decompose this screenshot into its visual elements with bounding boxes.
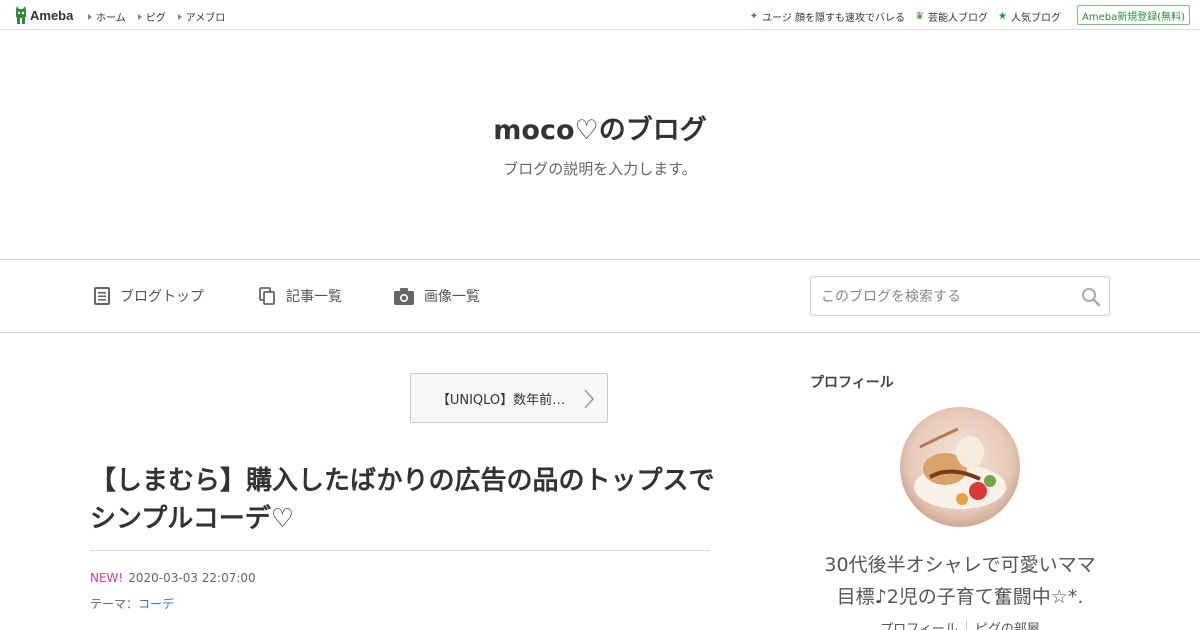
previous-article-label: 【UNIQLO】数年前… [436,392,566,408]
trending-news-link[interactable]: ✦ ユージ 顔を隠すも速攻でバレる [750,9,905,24]
avatar[interactable] [900,407,1020,527]
triangle-right-icon [177,13,182,20]
global-nav-ameblo[interactable]: アメブロ [177,9,226,24]
register-button[interactable]: Ameba新規登録(無料) [1077,5,1190,25]
theme-prefix: テーマ： [90,597,139,611]
article-datetime: 2020-03-03 22:07:00 [128,571,256,585]
profile-heading: プロフィール [810,375,894,391]
article-divider [90,550,710,551]
profile-bio-line-1: 30代後半オシャレで可愛いママ [824,554,1096,576]
blog-description: ブログの説明を入力します。 [503,160,697,178]
new-badge: NEW! [90,571,124,585]
nav-blog-top-label: ブログトップ [120,289,204,305]
nav-article-list[interactable]: 記事一覧 [259,286,342,306]
celebrity-blog-label: 芸能人ブログ [928,13,989,24]
global-nav-pigg-label: ピグ [145,13,166,24]
blog-title[interactable]: moco♡のブログ [0,108,1200,147]
sparkle-icon: ✦ [749,11,759,22]
global-nav-ameblo-label: アメブロ [185,13,226,24]
global-header: Ameba ホーム ピグ アメブロ ✦ ユージ 顔を隠すも速攻でバレる ♛ 芸能人ブ… [0,0,1200,30]
nav-blog-top[interactable]: ブログトップ [94,286,204,306]
ameba-mascot-icon [16,6,26,24]
global-nav-pigg[interactable]: ピグ [137,9,166,24]
chevron-right-icon [584,389,595,409]
profile-bio: 30代後半オシャレで可愛いママ 目標♪2児の子育て奮闘中☆*. [810,549,1110,613]
global-nav-right: ✦ ユージ 顔を隠すも速攻でバレる ♛ 芸能人ブログ ★ 人気ブログ [750,9,1061,24]
star-icon: ★ [998,11,1007,22]
global-nav-home-label: ホーム [96,13,126,24]
previous-article-button[interactable]: 【UNIQLO】数年前… [410,373,608,423]
search-icon[interactable] [1081,287,1101,307]
copy-icon [259,287,275,305]
divider [965,620,967,630]
nav-article-list-label: 記事一覧 [286,289,342,305]
article-theme: テーマ：コーデ [90,595,174,612]
celebrity-blog-link[interactable]: ♛ 芸能人ブログ [915,9,988,24]
pigg-room-link[interactable]: ピグの部屋 [975,618,1040,630]
article-title[interactable]: 【しまむら】購入したばかりの広告の品のトップスでシンプルコーデ♡ [90,462,720,538]
triangle-right-icon [137,13,142,20]
theme-link[interactable]: コーデ [138,597,174,611]
ameba-logo-text: Ameba [30,7,74,23]
popular-blog-label: 人気ブログ [1011,13,1061,24]
profile-bio-line-2: 目標♪2児の子育て奮闘中☆*. [836,586,1084,608]
ameba-logo[interactable]: Ameba [14,6,73,24]
crown-icon: ♛ [915,11,925,22]
popular-blog-link[interactable]: ★ 人気ブログ [998,9,1061,24]
nav-image-list-label: 画像一覧 [424,289,480,305]
document-icon [94,287,110,305]
blog-nav: ブログトップ 記事一覧 画像一覧 [0,259,1200,333]
blog-search [810,276,1110,316]
trending-news-label: ユージ 顔を隠すも速攻でバレる [762,13,906,24]
search-input[interactable] [821,287,1071,307]
global-nav-left: ホーム ピグ アメブロ [88,9,225,24]
nav-image-list[interactable]: 画像一覧 [394,286,480,306]
camera-icon [394,287,414,305]
avatar-photo [900,407,1020,527]
global-nav-home[interactable]: ホーム [88,9,126,24]
article-meta: NEW! 2020-03-03 22:07:00 [90,571,256,585]
triangle-right-icon [88,13,92,20]
profile-links: プロフィール ピグの部屋 [810,618,1110,630]
profile-link[interactable]: プロフィール [880,618,958,630]
